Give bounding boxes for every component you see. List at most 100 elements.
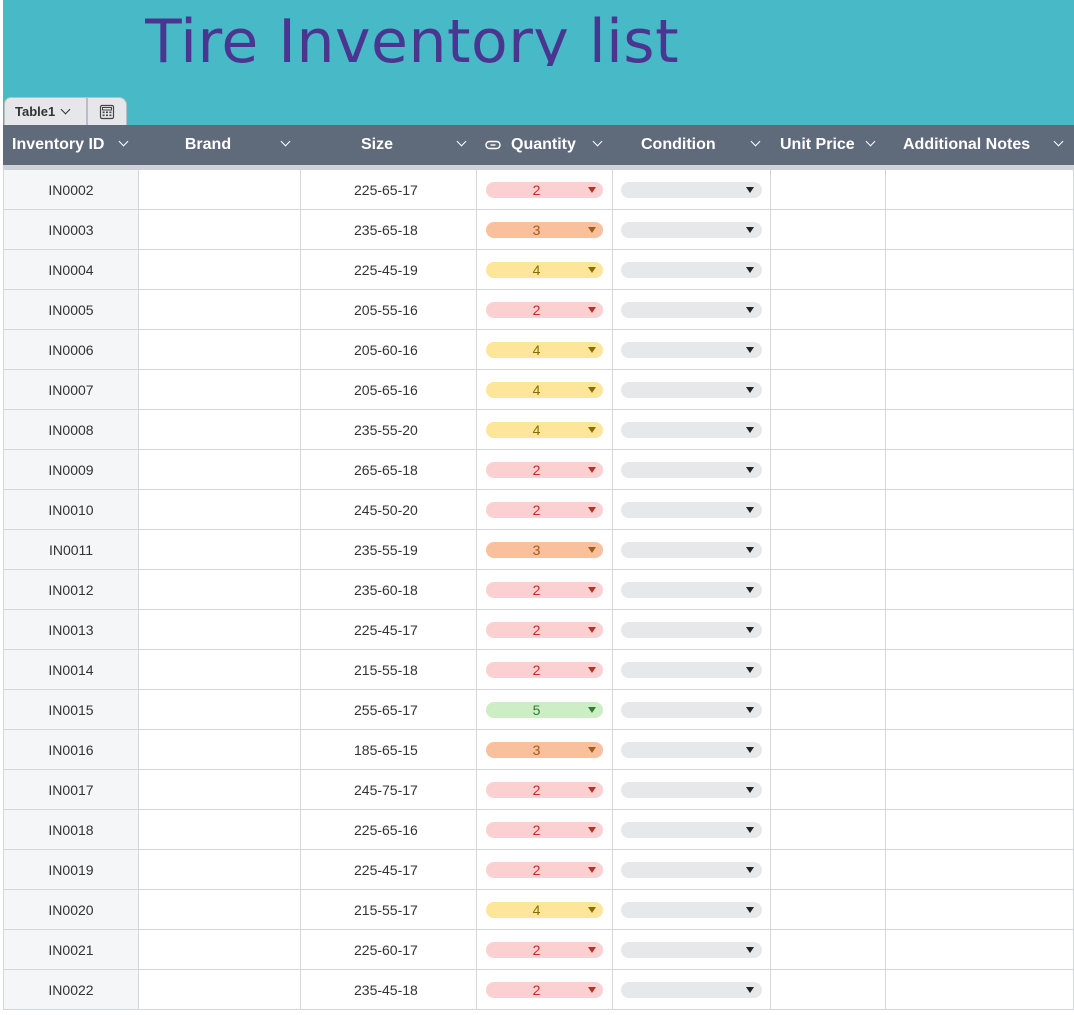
condition-dropdown[interactable] [621, 861, 762, 878]
unit-price-cell[interactable] [771, 890, 886, 929]
inventory-id-cell[interactable]: IN0011 [3, 530, 139, 569]
condition-cell[interactable] [613, 690, 771, 729]
condition-dropdown[interactable] [621, 661, 762, 678]
chevron-down-icon[interactable] [865, 136, 876, 147]
condition-cell[interactable] [613, 930, 771, 969]
brand-cell[interactable] [139, 570, 301, 609]
unit-price-cell[interactable] [771, 690, 886, 729]
quantity-cell[interactable]: 4 [477, 250, 613, 289]
condition-cell[interactable] [613, 290, 771, 329]
additional-notes-cell[interactable] [886, 570, 1074, 609]
inventory-id-cell[interactable]: IN0004 [3, 250, 139, 289]
size-cell[interactable]: 235-60-18 [301, 570, 477, 609]
inventory-id-cell[interactable]: IN0010 [3, 490, 139, 529]
chevron-down-icon[interactable] [750, 136, 761, 147]
size-cell[interactable]: 235-45-18 [301, 970, 477, 1009]
brand-cell[interactable] [139, 970, 301, 1009]
quantity-dropdown[interactable]: 3 [486, 741, 603, 758]
condition-dropdown[interactable] [621, 301, 762, 318]
size-cell[interactable]: 235-65-18 [301, 210, 477, 249]
inventory-id-cell[interactable]: IN0003 [3, 210, 139, 249]
quantity-dropdown[interactable]: 2 [486, 501, 603, 518]
inventory-id-cell[interactable]: IN0013 [3, 610, 139, 649]
brand-cell[interactable] [139, 450, 301, 489]
chevron-down-icon[interactable] [118, 136, 129, 147]
condition-dropdown[interactable] [621, 821, 762, 838]
quantity-dropdown[interactable]: 2 [486, 941, 603, 958]
brand-cell[interactable] [139, 250, 301, 289]
size-cell[interactable]: 225-65-17 [301, 170, 477, 209]
inventory-id-cell[interactable]: IN0005 [3, 290, 139, 329]
brand-cell[interactable] [139, 930, 301, 969]
additional-notes-cell[interactable] [886, 890, 1074, 929]
quantity-cell[interactable]: 3 [477, 210, 613, 249]
additional-notes-cell[interactable] [886, 930, 1074, 969]
inventory-id-cell[interactable]: IN0009 [3, 450, 139, 489]
additional-notes-cell[interactable] [886, 490, 1074, 529]
size-cell[interactable]: 225-45-17 [301, 850, 477, 889]
size-cell[interactable]: 185-65-15 [301, 730, 477, 769]
quantity-cell[interactable]: 2 [477, 970, 613, 1009]
quantity-dropdown[interactable]: 2 [486, 821, 603, 838]
unit-price-cell[interactable] [771, 730, 886, 769]
brand-cell[interactable] [139, 170, 301, 209]
condition-cell[interactable] [613, 170, 771, 209]
quantity-dropdown[interactable]: 2 [486, 781, 603, 798]
chevron-down-icon[interactable] [456, 136, 467, 147]
unit-price-cell[interactable] [771, 290, 886, 329]
condition-cell[interactable] [613, 730, 771, 769]
quantity-dropdown[interactable]: 3 [486, 221, 603, 238]
quantity-cell[interactable]: 4 [477, 370, 613, 409]
brand-cell[interactable] [139, 410, 301, 449]
condition-cell[interactable] [613, 890, 771, 929]
size-cell[interactable]: 235-55-19 [301, 530, 477, 569]
inventory-id-cell[interactable]: IN0020 [3, 890, 139, 929]
additional-notes-cell[interactable] [886, 730, 1074, 769]
additional-notes-cell[interactable] [886, 810, 1074, 849]
quantity-cell[interactable]: 2 [477, 610, 613, 649]
quantity-dropdown[interactable]: 4 [486, 901, 603, 918]
quantity-dropdown[interactable]: 2 [486, 661, 603, 678]
size-cell[interactable]: 205-65-16 [301, 370, 477, 409]
quantity-dropdown[interactable]: 4 [486, 381, 603, 398]
condition-cell[interactable] [613, 570, 771, 609]
condition-cell[interactable] [613, 250, 771, 289]
condition-dropdown[interactable] [621, 901, 762, 918]
size-cell[interactable]: 245-75-17 [301, 770, 477, 809]
unit-price-cell[interactable] [771, 250, 886, 289]
brand-cell[interactable] [139, 730, 301, 769]
quantity-dropdown[interactable]: 2 [486, 861, 603, 878]
inventory-id-cell[interactable]: IN0014 [3, 650, 139, 689]
quantity-dropdown[interactable]: 2 [486, 981, 603, 998]
inventory-id-cell[interactable]: IN0015 [3, 690, 139, 729]
condition-cell[interactable] [613, 850, 771, 889]
condition-dropdown[interactable] [621, 581, 762, 598]
brand-cell[interactable] [139, 490, 301, 529]
brand-cell[interactable] [139, 530, 301, 569]
unit-price-cell[interactable] [771, 930, 886, 969]
unit-price-cell[interactable] [771, 210, 886, 249]
inventory-id-cell[interactable]: IN0006 [3, 330, 139, 369]
unit-price-cell[interactable] [771, 490, 886, 529]
unit-price-cell[interactable] [771, 410, 886, 449]
size-cell[interactable]: 215-55-18 [301, 650, 477, 689]
quantity-cell[interactable]: 5 [477, 690, 613, 729]
condition-dropdown[interactable] [621, 181, 762, 198]
quantity-dropdown[interactable]: 3 [486, 541, 603, 558]
column-header-size[interactable]: Size [301, 125, 477, 165]
condition-dropdown[interactable] [621, 501, 762, 518]
unit-price-cell[interactable] [771, 530, 886, 569]
inventory-id-cell[interactable]: IN0012 [3, 570, 139, 609]
quantity-dropdown[interactable]: 2 [486, 581, 603, 598]
brand-cell[interactable] [139, 850, 301, 889]
brand-cell[interactable] [139, 610, 301, 649]
chevron-down-icon[interactable] [592, 136, 603, 147]
quantity-dropdown[interactable]: 5 [486, 701, 603, 718]
size-cell[interactable]: 225-45-19 [301, 250, 477, 289]
quantity-cell[interactable]: 2 [477, 770, 613, 809]
column-header-additional-notes[interactable]: Additional Notes [886, 125, 1074, 165]
size-cell[interactable]: 205-55-16 [301, 290, 477, 329]
brand-cell[interactable] [139, 330, 301, 369]
size-cell[interactable]: 265-65-18 [301, 450, 477, 489]
unit-price-cell[interactable] [771, 850, 886, 889]
